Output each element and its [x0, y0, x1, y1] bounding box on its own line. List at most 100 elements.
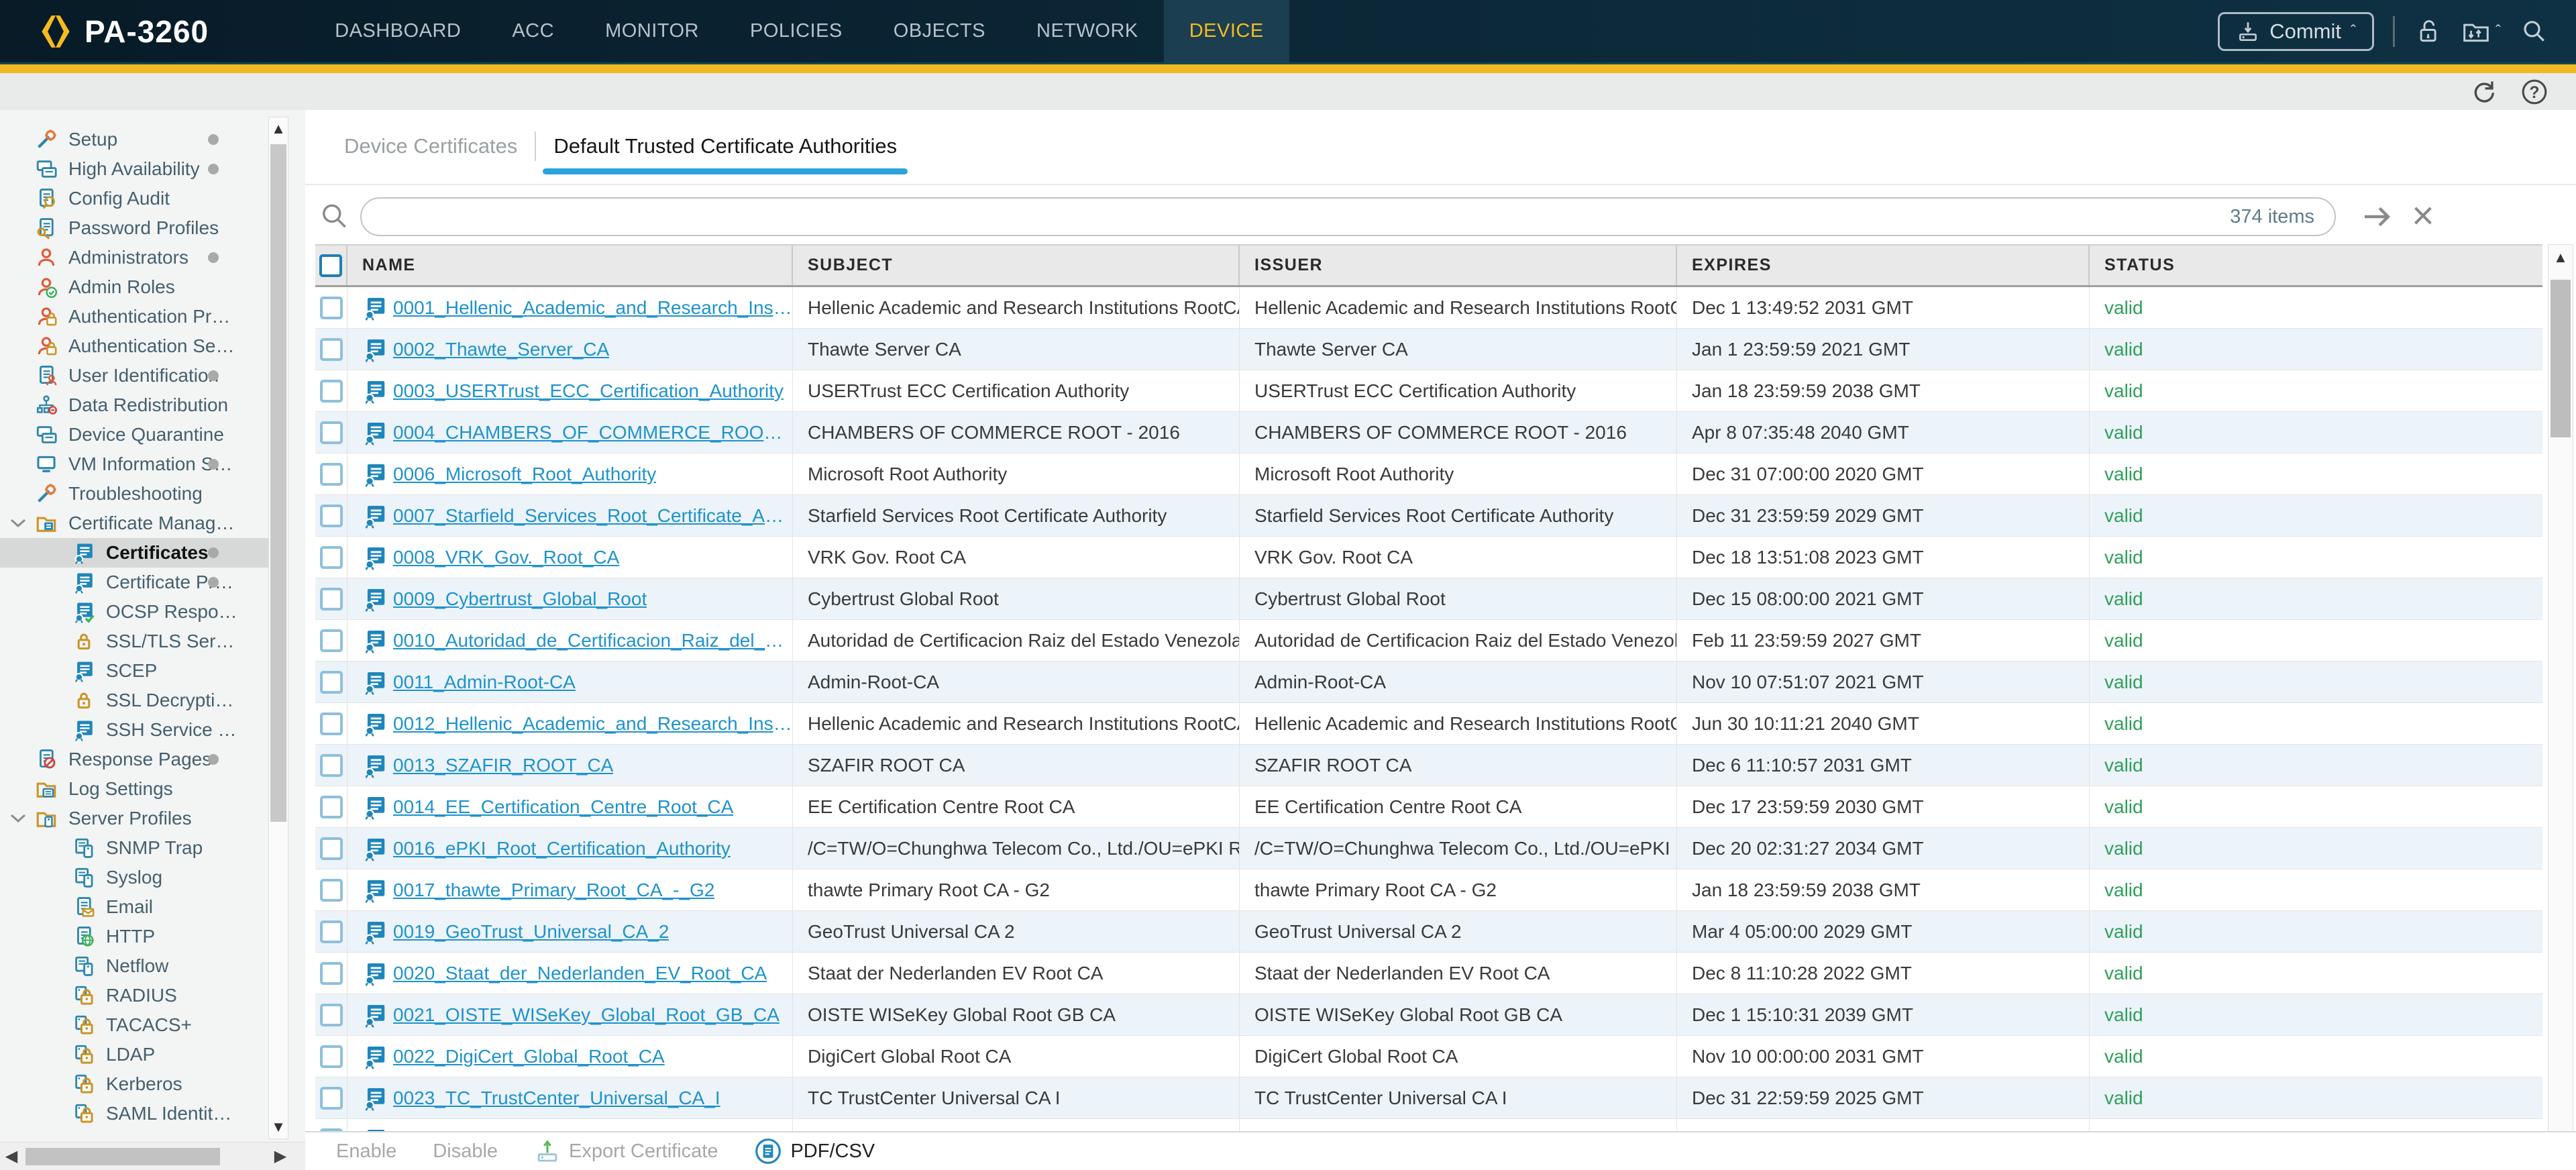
disable-button[interactable]: Disable	[433, 1140, 498, 1163]
tab-default-trusted-certificate-authorities[interactable]: Default Trusted Certificate Authorities	[536, 134, 914, 158]
row-checkbox[interactable]	[320, 421, 343, 444]
scroll-up-arrow[interactable]: ▲	[269, 121, 288, 136]
scrollbar-thumb[interactable]	[25, 1148, 220, 1165]
sidebar-item-tacacs[interactable]: TACACS+	[0, 1010, 268, 1040]
certificate-name-link[interactable]: 0021_OISTE_WISeKey_Global_Root_GB_CA	[393, 1004, 780, 1026]
certificate-name-link[interactable]: 0017_thawte_Primary_Root_CA_-_G2	[393, 880, 714, 901]
sidebar-item-high-availability[interactable]: High Availability	[0, 154, 268, 184]
sidebar-item-administrators[interactable]: Administrators	[0, 243, 268, 272]
certificate-name-link[interactable]: 0007_Starfield_Services_Root_Certificate…	[393, 505, 792, 527]
sidebar-item-ssl-decryption-exclusion[interactable]: SSL Decryption Exclusion	[0, 686, 268, 715]
row-checkbox[interactable]	[320, 837, 343, 860]
clear-filter-icon[interactable]: ×	[2412, 193, 2434, 238]
certificate-name-link[interactable]: 0008_VRK_Gov._Root_CA	[393, 547, 619, 568]
sidebar-item-troubleshooting[interactable]: Troubleshooting	[0, 479, 268, 509]
row-checkbox[interactable]	[320, 796, 343, 818]
sidebar-item-radius[interactable]: RADIUS	[0, 981, 268, 1010]
sidebar-item-ldap[interactable]: LDAP	[0, 1040, 268, 1069]
column-header-subject[interactable]: SUBJECT	[793, 246, 1240, 285]
row-checkbox[interactable]	[320, 338, 343, 361]
row-checkbox[interactable]	[320, 1045, 343, 1068]
certificate-name-link[interactable]: 0023_TC_TrustCenter_Universal_CA_I	[393, 1087, 720, 1109]
sidebar-item-snmp-trap[interactable]: SNMP Trap	[0, 833, 268, 863]
pdf-csv-button[interactable]: PDF/CSV	[754, 1137, 875, 1165]
row-checkbox[interactable]	[320, 297, 343, 319]
refresh-icon[interactable]	[2469, 77, 2498, 107]
column-header-expires[interactable]: EXPIRES	[1677, 246, 2090, 285]
nav-tab-network[interactable]: NETWORK	[1011, 0, 1164, 62]
row-checkbox[interactable]	[320, 463, 343, 486]
row-checkbox[interactable]	[320, 629, 343, 652]
certificate-name-link[interactable]: 0010_Autoridad_de_Certificacion_Raiz_del…	[393, 630, 792, 651]
row-checkbox[interactable]	[320, 1087, 343, 1110]
scroll-left-arrow[interactable]: ◀	[0, 1149, 23, 1164]
sidebar-item-certificate-profile[interactable]: Certificate Profile	[0, 568, 268, 597]
scroll-up-arrow[interactable]: ▲	[2548, 250, 2573, 265]
sidebar-item-password-profiles[interactable]: Password Profiles	[0, 213, 268, 243]
row-checkbox[interactable]	[320, 920, 343, 943]
export-certificate-button[interactable]: Export Certificate	[534, 1138, 718, 1165]
sidebar-item-certificates[interactable]: Certificates	[0, 538, 268, 568]
help-icon[interactable]: ?	[2520, 77, 2549, 107]
search-icon[interactable]	[2520, 17, 2548, 46]
sidebar-item-netflow[interactable]: Netflow	[0, 951, 268, 981]
nav-tab-policies[interactable]: POLICIES	[724, 0, 868, 62]
expand-chevron-icon[interactable]	[9, 813, 27, 824]
certificate-name-link[interactable]: 0012_Hellenic_Academic_and_Research_Inst…	[393, 713, 792, 735]
certificate-name-link[interactable]: 0019_GeoTrust_Universal_CA_2	[393, 921, 669, 943]
enable-button[interactable]: Enable	[336, 1140, 396, 1163]
certificate-name-link[interactable]: 0009_Cybertrust_Global_Root	[393, 588, 647, 610]
unlock-icon[interactable]	[2414, 17, 2442, 46]
certificate-name-link[interactable]: 0001_Hellenic_Academic_and_Research_Inst…	[393, 297, 792, 319]
sidebar-item-response-pages[interactable]: Response Pages	[0, 745, 268, 774]
sidebar-item-authentication-profile[interactable]: Authentication Profile	[0, 302, 268, 331]
sidebar-item-ocsp-responder[interactable]: OCSP Responder	[0, 597, 268, 627]
sidebar-item-scep[interactable]: SCEP	[0, 656, 268, 686]
certificate-name-link[interactable]: 0003_USERTrust_ECC_Certification_Authori…	[393, 380, 784, 402]
select-all-checkbox[interactable]	[319, 254, 342, 277]
tab-device-certificates[interactable]: Device Certificates	[327, 134, 535, 158]
nav-tab-objects[interactable]: OBJECTS	[868, 0, 1011, 62]
row-checkbox[interactable]	[320, 504, 343, 527]
sidebar-item-log-settings[interactable]: Log Settings	[0, 774, 268, 804]
scrollbar-thumb[interactable]	[270, 144, 286, 822]
sidebar-item-certificate-management[interactable]: Certificate Management	[0, 509, 268, 538]
row-checkbox[interactable]	[320, 879, 343, 902]
row-checkbox[interactable]	[320, 712, 343, 735]
nav-tab-dashboard[interactable]: DASHBOARD	[309, 0, 486, 62]
column-header-status[interactable]: STATUS	[2090, 246, 2542, 285]
commit-button[interactable]: Commit ˆ	[2218, 12, 2374, 51]
sidebar-vertical-scrollbar[interactable]: ▲ ▼	[268, 117, 288, 1139]
certificate-name-link[interactable]: 0016_ePKI_Root_Certification_Authority	[393, 838, 731, 859]
scroll-down-arrow[interactable]: ▼	[269, 1120, 288, 1134]
sidebar-item-syslog[interactable]: Syslog	[0, 863, 268, 892]
config-sync-control[interactable]: ˆ	[2461, 17, 2501, 46]
sidebar-item-ssl-tls-service-profile[interactable]: SSL/TLS Service Profile	[0, 627, 268, 656]
sidebar-item-server-profiles[interactable]: Server Profiles	[0, 804, 268, 833]
certificate-name-link[interactable]: 0020_Staat_der_Nederlanden_EV_Root_CA	[393, 963, 767, 984]
column-header-name[interactable]: NAME	[347, 246, 793, 285]
nav-tab-monitor[interactable]: MONITOR	[580, 0, 724, 62]
row-checkbox[interactable]	[320, 754, 343, 777]
row-checkbox[interactable]	[320, 588, 343, 610]
sidebar-item-data-redistribution[interactable]: Data Redistribution	[0, 390, 268, 420]
row-checkbox[interactable]	[320, 1004, 343, 1026]
sidebar-item-device-quarantine[interactable]: Device Quarantine	[0, 420, 268, 449]
sidebar-item-ssh-service-profile[interactable]: SSH Service Profile	[0, 715, 268, 745]
certificate-name-link[interactable]: 0011_Admin-Root-CA	[393, 672, 576, 693]
certificate-name-link[interactable]: 0006_Microsoft_Root_Authority	[393, 464, 656, 485]
certificate-name-link[interactable]: 0014_EE_Certification_Centre_Root_CA	[393, 796, 733, 818]
nav-tab-device[interactable]: DEVICE	[1164, 0, 1289, 62]
certificate-name-link[interactable]: 0022_DigiCert_Global_Root_CA	[393, 1046, 665, 1067]
certificate-name-link[interactable]: 0002_Thawte_Server_CA	[393, 339, 609, 360]
sidebar-item-email[interactable]: Email	[0, 892, 268, 922]
row-checkbox[interactable]	[320, 380, 343, 403]
scroll-right-arrow[interactable]: ▶	[269, 1149, 292, 1164]
sidebar-item-kerberos[interactable]: Kerberos	[0, 1069, 268, 1099]
sidebar-item-admin-roles[interactable]: Admin Roles	[0, 272, 268, 302]
sidebar-item-authentication-sequence[interactable]: Authentication Sequence	[0, 331, 268, 361]
row-checkbox[interactable]	[320, 671, 343, 694]
sidebar-item-saml-identity-provider[interactable]: SAML Identity Provider	[0, 1099, 268, 1128]
scrollbar-thumb[interactable]	[2551, 280, 2571, 437]
sidebar-horizontal-scrollbar[interactable]: ◀ ▶	[0, 1142, 305, 1170]
